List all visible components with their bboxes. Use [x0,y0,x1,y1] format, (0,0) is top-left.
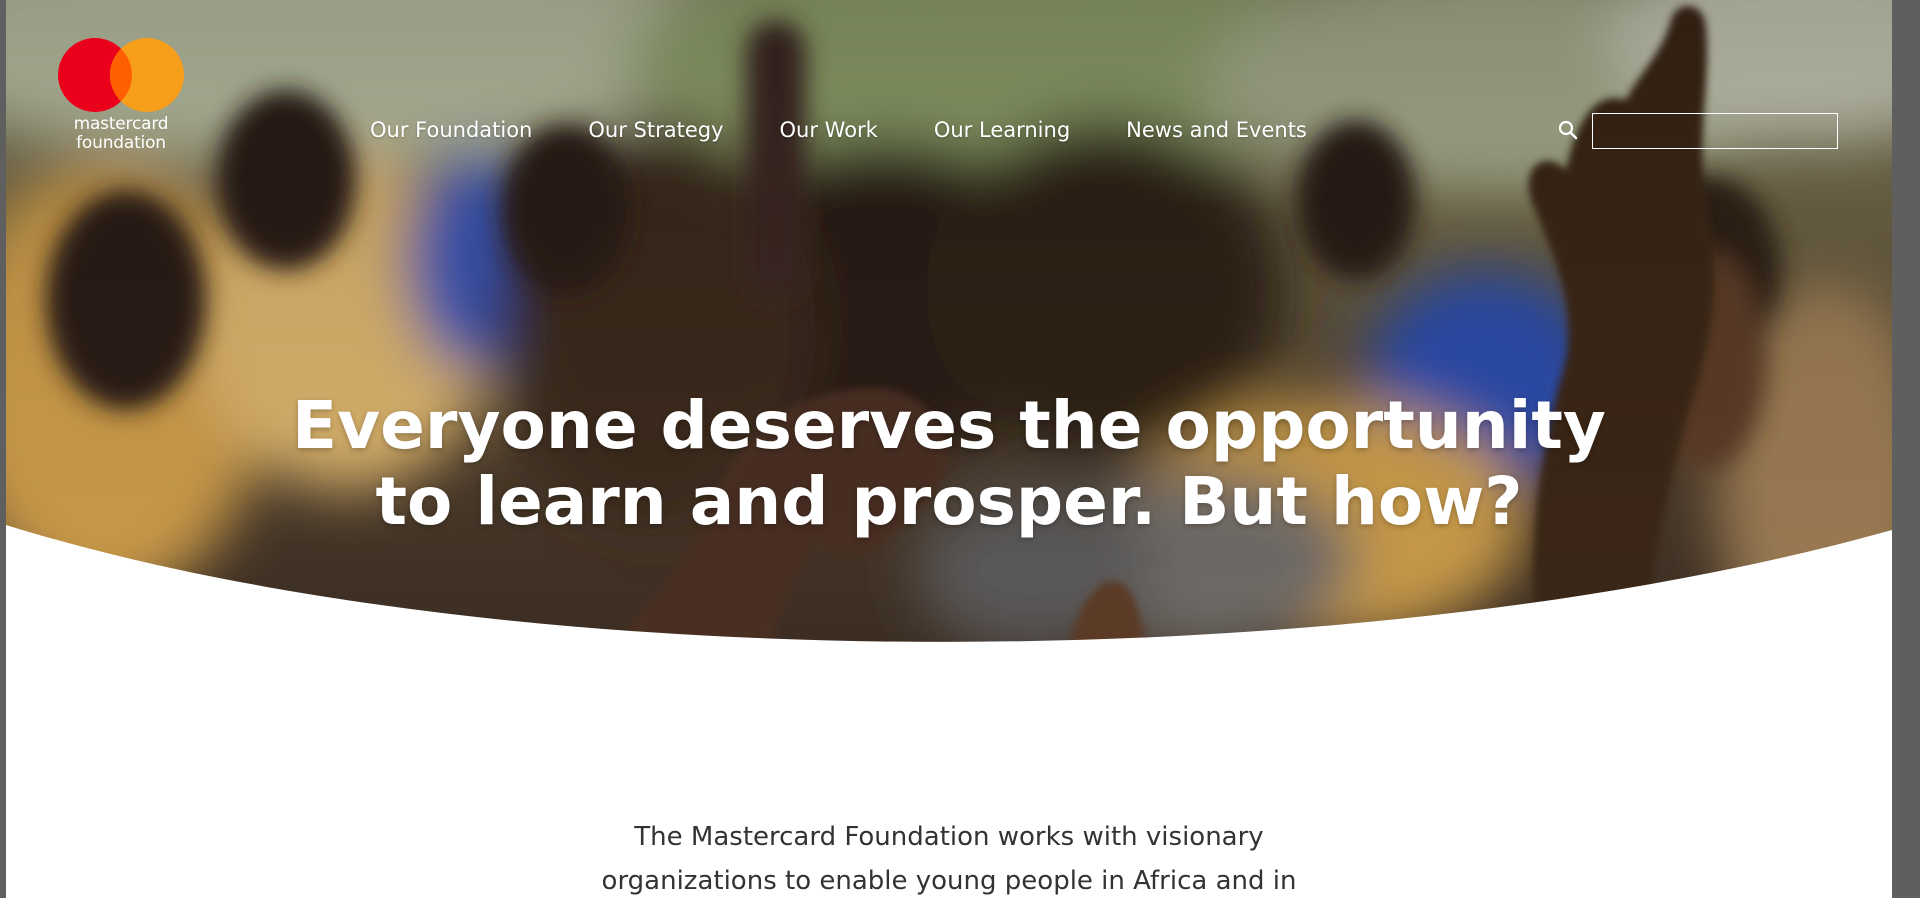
hero-headline-line1: Everyone deserves the opportunity [292,387,1606,464]
logo-text-line2: foundation [76,133,166,153]
logo-text-line1: mastercard [73,114,169,134]
nav-item-our-learning[interactable]: Our Learning [934,116,1070,144]
nav-item-our-work[interactable]: Our Work [780,116,878,144]
intro-line2: organizations to enable young people in … [601,866,1297,896]
nav-item-news-and-events[interactable]: News and Events [1126,116,1307,144]
mastercard-foundation-logo[interactable]: mastercard foundation [56,38,186,158]
main-navigation: Our Foundation Our Strategy Our Work Our… [370,115,1307,145]
hero-section: mastercard foundation Our Foundation Our… [6,0,1892,660]
nav-item-our-strategy[interactable]: Our Strategy [588,116,723,144]
mastercard-circles-icon [58,38,184,112]
search-icon[interactable] [1558,120,1578,140]
hero-curve-divider [6,525,1892,660]
intro-line1: The Mastercard Foundation works with vis… [634,822,1264,852]
window-edge [1892,0,1920,898]
search-input[interactable] [1592,113,1838,149]
page-viewport: mastercard foundation Our Foundation Our… [6,0,1892,898]
nav-item-our-foundation[interactable]: Our Foundation [370,116,532,144]
intro-paragraph: The Mastercard Foundation works with vis… [6,815,1892,898]
